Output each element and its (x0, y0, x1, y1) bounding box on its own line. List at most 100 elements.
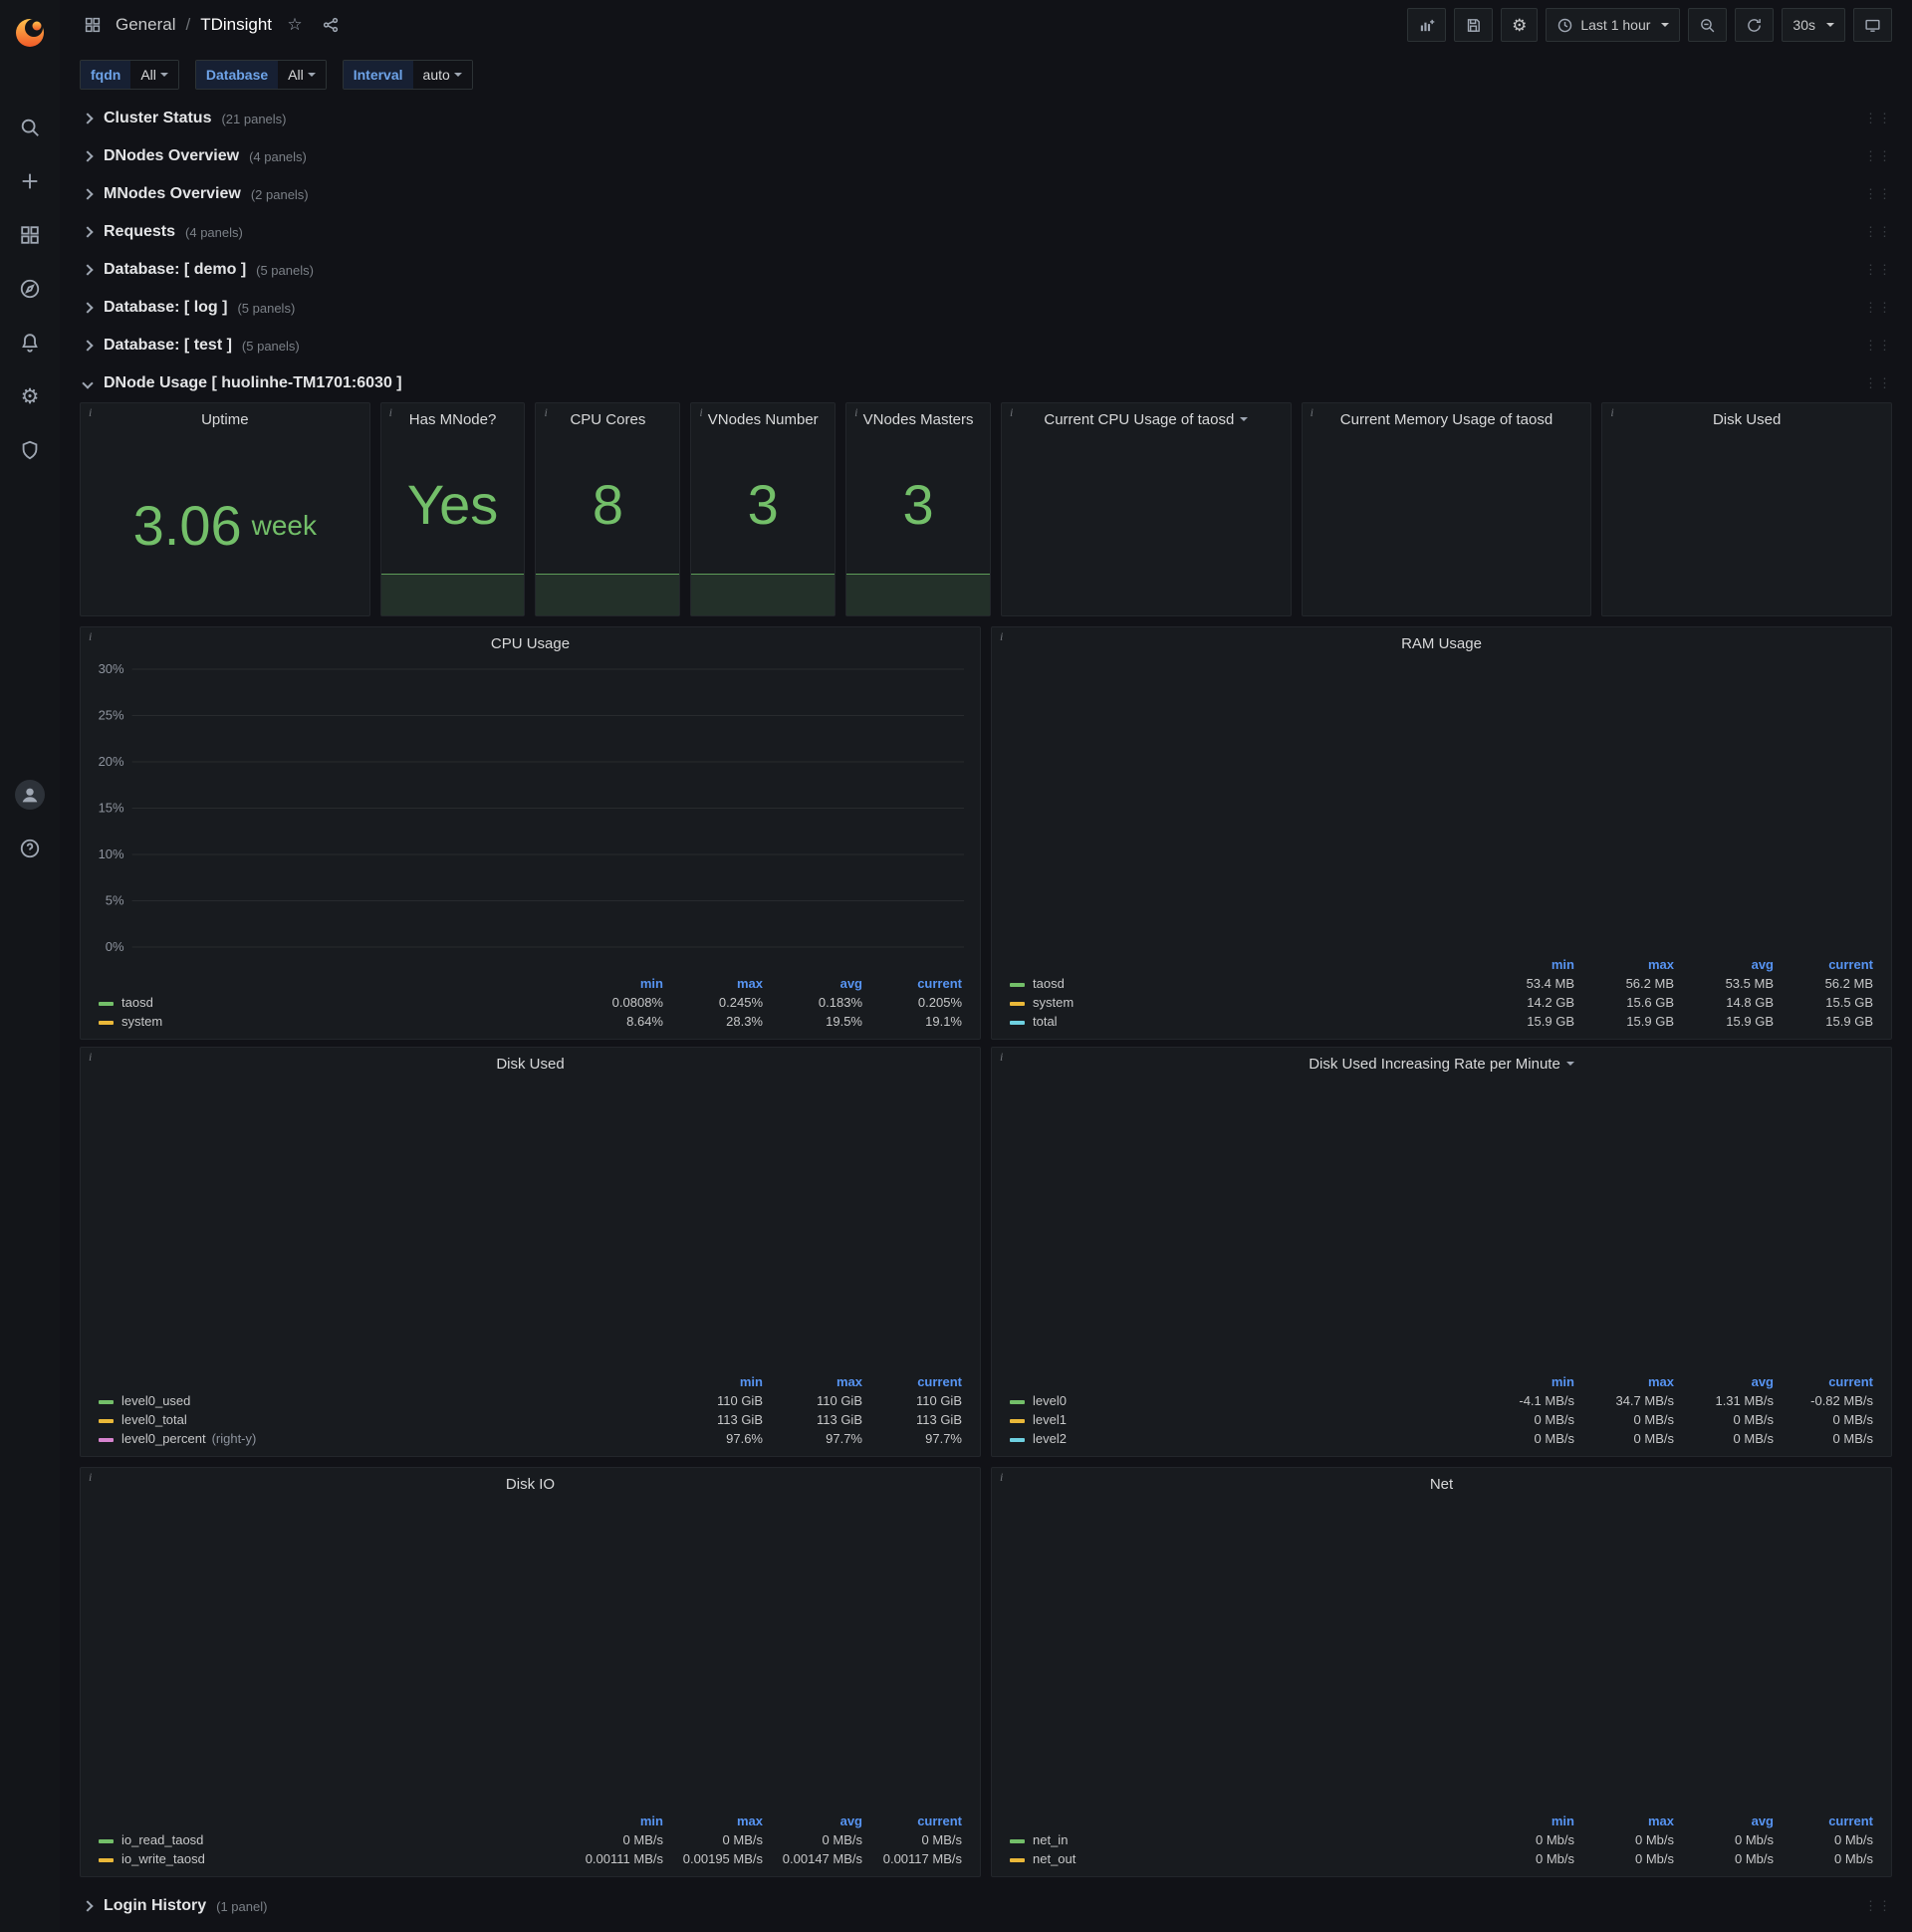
panel-title[interactable]: Net (992, 1468, 1891, 1500)
row-drag-handle[interactable]: ⋮⋮ (1864, 224, 1892, 240)
breadcrumb-title[interactable]: TDinsight (200, 15, 272, 35)
legend-series-name[interactable]: level1 (1006, 1410, 1479, 1429)
breadcrumb-section[interactable]: General (116, 15, 175, 35)
legend-col-header[interactable]: current (1778, 1811, 1877, 1830)
row-drag-handle[interactable]: ⋮⋮ (1864, 1898, 1892, 1914)
legend-series-name[interactable]: io_write_taosd (95, 1849, 568, 1868)
panel-info-icon[interactable]: i (81, 403, 100, 422)
panel-info-icon[interactable]: i (1303, 403, 1321, 422)
cycle-view-mode-button[interactable] (1853, 8, 1892, 42)
legend-col-header[interactable]: avg (1678, 1811, 1778, 1830)
legend-series-name[interactable]: level0_used (95, 1391, 667, 1410)
configuration-gear-icon[interactable]: ⚙ (8, 374, 52, 418)
panel-title[interactable]: Disk Used (1602, 403, 1891, 435)
legend-series-name[interactable]: system (95, 1012, 568, 1031)
row-drag-handle[interactable]: ⋮⋮ (1864, 262, 1892, 278)
dashboard-settings-button[interactable]: ⚙ (1501, 8, 1539, 42)
legend-series-name[interactable]: system (1006, 993, 1479, 1012)
search-icon[interactable] (8, 106, 52, 149)
row-drag-handle[interactable]: ⋮⋮ (1864, 148, 1892, 164)
legend-series-name[interactable]: taosd (1006, 974, 1479, 993)
panel-info-icon[interactable]: i (992, 627, 1011, 646)
help-icon[interactable] (8, 827, 52, 870)
time-range-picker[interactable]: Last 1 hour (1546, 8, 1681, 42)
legend-col-header[interactable]: min (568, 974, 667, 993)
panel-title[interactable]: VNodes Number (691, 403, 835, 435)
panel-info-icon[interactable]: i (1602, 403, 1621, 422)
legend-series-name[interactable]: level0 (1006, 1391, 1479, 1410)
legend-series-name[interactable]: level0_total (95, 1410, 667, 1429)
legend-col-header[interactable]: max (1578, 1372, 1678, 1391)
legend-col-header[interactable]: avg (767, 1811, 866, 1830)
row-cluster-status[interactable]: Cluster Status (21 panels) ⋮⋮ (80, 100, 1892, 137)
refresh-interval-select[interactable]: 30s (1782, 8, 1845, 42)
zoom-out-button[interactable] (1688, 8, 1728, 42)
panel-title[interactable]: Disk IO (81, 1468, 980, 1500)
legend-col-header[interactable]: current (1778, 955, 1877, 974)
panel-info-icon[interactable]: i (536, 403, 555, 422)
panel-title[interactable]: VNodes Masters (846, 403, 990, 435)
panel-info-icon[interactable]: i (1002, 403, 1021, 422)
panel-title[interactable]: CPU Usage (81, 627, 980, 659)
panel-title[interactable]: Disk Used Increasing Rate per Minute (992, 1048, 1891, 1080)
save-dashboard-button[interactable] (1454, 8, 1494, 42)
panel-title[interactable]: Current Memory Usage of taosd (1303, 403, 1591, 435)
legend-col-header[interactable]: max (667, 1811, 767, 1830)
panel-info-icon[interactable]: i (992, 1468, 1011, 1487)
panel-info-icon[interactable]: i (81, 1468, 100, 1487)
legend-series-name[interactable]: level2 (1006, 1429, 1479, 1448)
row-drag-handle[interactable]: ⋮⋮ (1864, 375, 1892, 391)
row-dnode-usage[interactable]: DNode Usage [ huolinhe-TM1701:6030 ] ⋮⋮ (80, 364, 1892, 402)
legend-series-name[interactable]: net_out (1006, 1849, 1479, 1868)
panel-info-icon[interactable]: i (846, 403, 865, 422)
panel-title[interactable]: Has MNode? (381, 403, 525, 435)
row-dnodes-overview[interactable]: DNodes Overview (4 panels) ⋮⋮ (80, 137, 1892, 175)
row-drag-handle[interactable]: ⋮⋮ (1864, 111, 1892, 126)
row-mnodes-overview[interactable]: MNodes Overview (2 panels) ⋮⋮ (80, 175, 1892, 213)
row-login-history[interactable]: Login History (1 panel) ⋮⋮ (80, 1887, 1892, 1925)
panel-title[interactable]: RAM Usage (992, 627, 1891, 659)
row-database-demo[interactable]: Database: [ demo ] (5 panels) ⋮⋮ (80, 251, 1892, 289)
row-drag-handle[interactable]: ⋮⋮ (1864, 186, 1892, 202)
add-panel-button[interactable] (1407, 8, 1447, 42)
user-avatar[interactable] (8, 773, 52, 817)
variable-interval-value[interactable]: auto (412, 61, 472, 89)
panel-info-icon[interactable]: i (81, 627, 100, 646)
legend-col-header[interactable]: avg (1678, 1372, 1778, 1391)
legend-col-header[interactable]: avg (767, 974, 866, 993)
row-database-log[interactable]: Database: [ log ] (5 panels) ⋮⋮ (80, 289, 1892, 327)
panel-title[interactable]: Current CPU Usage of taosd (1002, 403, 1291, 435)
panel-info-icon[interactable]: i (691, 403, 710, 422)
variable-database-value[interactable]: All (278, 61, 326, 89)
explore-compass-icon[interactable] (8, 267, 52, 311)
legend-series-name[interactable]: total (1006, 1012, 1479, 1031)
legend-col-header[interactable]: avg (1678, 955, 1778, 974)
legend-series-name[interactable]: net_in (1006, 1830, 1479, 1849)
row-requests[interactable]: Requests (4 panels) ⋮⋮ (80, 213, 1892, 251)
panel-info-icon[interactable]: i (381, 403, 400, 422)
server-admin-shield-icon[interactable] (8, 428, 52, 472)
alerting-bell-icon[interactable] (8, 321, 52, 364)
legend-col-header[interactable]: min (667, 1372, 767, 1391)
legend-col-header[interactable]: max (767, 1372, 866, 1391)
legend-col-header[interactable]: min (1479, 955, 1578, 974)
panel-info-icon[interactable]: i (81, 1048, 100, 1067)
row-drag-handle[interactable]: ⋮⋮ (1864, 338, 1892, 354)
panel-title[interactable]: Uptime (81, 403, 369, 435)
legend-series-name[interactable]: taosd (95, 993, 568, 1012)
row-database-test[interactable]: Database: [ test ] (5 panels) ⋮⋮ (80, 327, 1892, 364)
legend-col-header[interactable]: current (866, 1372, 966, 1391)
refresh-button[interactable] (1735, 8, 1775, 42)
star-icon[interactable]: ☆ (282, 12, 308, 38)
row-drag-handle[interactable]: ⋮⋮ (1864, 300, 1892, 316)
legend-col-header[interactable]: current (866, 974, 966, 993)
legend-col-header[interactable]: current (1778, 1372, 1877, 1391)
variable-fqdn-value[interactable]: All (130, 61, 178, 89)
panel-info-icon[interactable]: i (992, 1048, 1011, 1067)
grafana-logo[interactable] (12, 14, 48, 50)
panel-title[interactable]: Disk Used (81, 1048, 980, 1080)
dashboards-icon[interactable] (8, 213, 52, 257)
legend-col-header[interactable]: min (568, 1811, 667, 1830)
legend-col-header[interactable]: max (667, 974, 767, 993)
legend-col-header[interactable]: max (1578, 1811, 1678, 1830)
